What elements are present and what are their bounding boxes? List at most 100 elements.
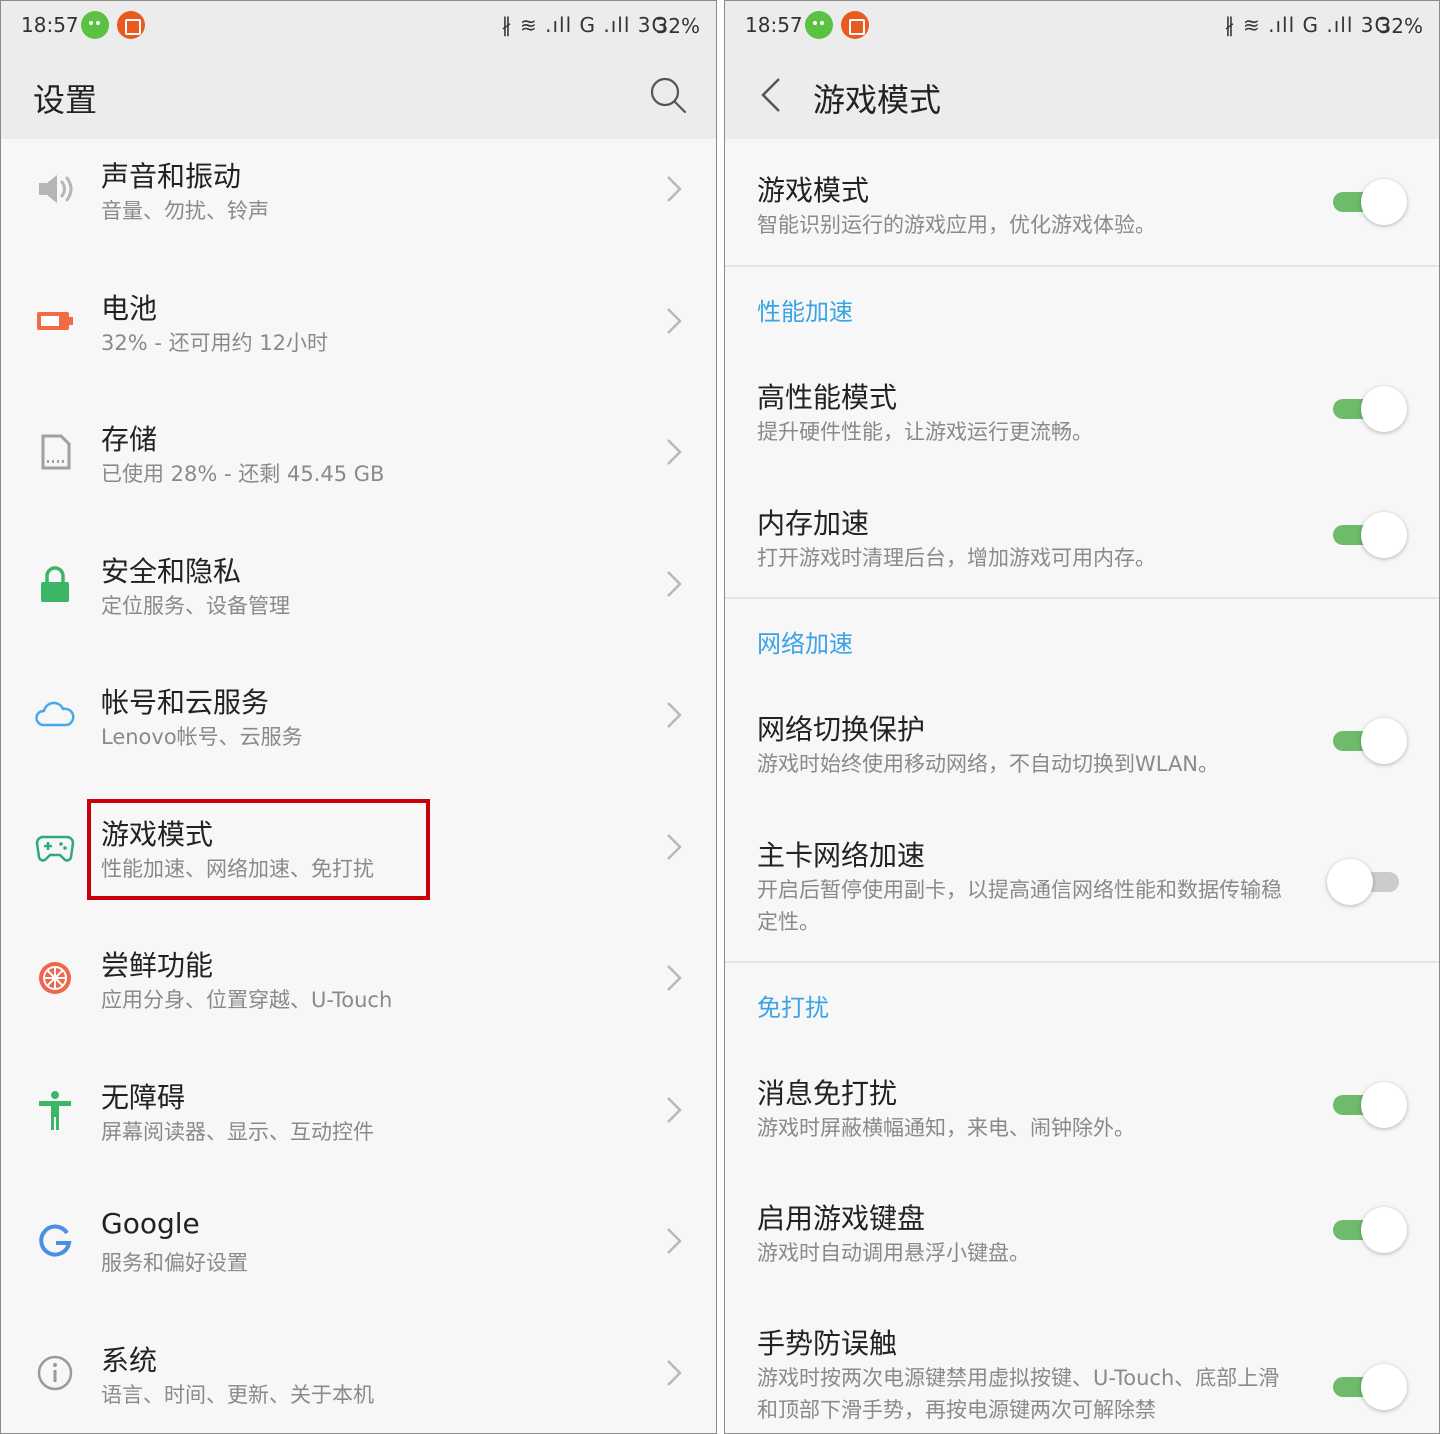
setting-title: 网络切换保护 — [757, 713, 926, 746]
setting-row-memory-boost[interactable]: 内存加速 打开游戏时清理后台，增加游戏可用内存。 — [725, 502, 1439, 582]
settings-screen: 18:57 ∦ ≋ .ıll G .ıll 3G 32% 设置 声音和振动 音量… — [0, 0, 717, 1434]
google-icon — [39, 1224, 72, 1257]
settings-item-security[interactable]: 安全和隐私 定位服务、设备管理 — [1, 534, 716, 666]
settings-item-title: 存储 — [101, 423, 158, 456]
settings-item-account-cloud[interactable]: 帐号和云服务 Lenovo帐号、云服务 — [1, 665, 716, 797]
settings-item-title: 尝鲜功能 — [101, 949, 214, 982]
speaker-icon — [39, 175, 73, 203]
setting-title: 高性能模式 — [757, 381, 898, 414]
settings-item-subtitle: 应用分身、位置穿越、U-Touch — [101, 988, 393, 1012]
status-time: 18:57 — [745, 13, 803, 37]
settings-item-subtitle: 服务和偏好设置 — [101, 1251, 248, 1275]
setting-row-game-mode[interactable]: 游戏模式 智能识别运行的游戏应用，优化游戏体验。 — [725, 169, 1439, 249]
status-battery: 32% — [1378, 14, 1423, 38]
chevron-right-icon — [667, 1359, 682, 1386]
settings-item-storage[interactable]: 存储 已使用 28% - 还剩 45.45 GB — [1, 402, 716, 534]
status-bar: 18:57 ∦ ≋ .ıll G .ıll 3G 32% — [1, 1, 716, 51]
setting-row-game-keyboard[interactable]: 启用游戏键盘 游戏时自动调用悬浮小键盘。 — [725, 1197, 1439, 1277]
network-switch-protection-toggle[interactable] — [1327, 718, 1407, 764]
chevron-right-icon — [667, 1228, 682, 1254]
settings-item-accessibility[interactable]: 无障碍 屏幕阅读器、显示、互动控件 — [1, 1060, 716, 1192]
setting-description: 游戏时按两次电源键禁用虚拟按键、U-Touch、底部上滑和顶部下滑手势，再按电源… — [757, 1366, 1280, 1422]
setting-title: 主卡网络加速 — [757, 839, 926, 872]
settings-app-bar: 设置 — [1, 51, 716, 139]
game-mode-toggle[interactable] — [1327, 179, 1407, 225]
search-icon[interactable] — [648, 75, 688, 115]
section-header-do-not-disturb: 免打扰 — [757, 994, 829, 1022]
setting-title: 启用游戏键盘 — [757, 1202, 926, 1235]
setting-description: 开启后暂停使用副卡，以提高通信网络性能和数据传输稳定性。 — [757, 878, 1282, 934]
gamepad-icon — [35, 835, 75, 862]
setting-description: 打开游戏时清理后台，增加游戏可用内存。 — [757, 546, 1156, 570]
wechat-notification-icon — [805, 11, 833, 39]
message-dnd-toggle[interactable] — [1327, 1082, 1407, 1128]
accessibility-icon — [39, 1090, 71, 1130]
status-battery: 32% — [655, 14, 700, 38]
sd-card-icon — [41, 434, 71, 470]
setting-title: 内存加速 — [757, 507, 870, 540]
game-mode-app-bar: 游戏模式 — [725, 51, 1439, 139]
setting-title: 游戏模式 — [757, 174, 870, 207]
chevron-right-icon — [667, 176, 682, 202]
chevron-right-icon — [667, 570, 682, 597]
settings-item-title: 声音和振动 — [101, 160, 242, 193]
app-notification-icon — [841, 11, 869, 39]
setting-row-gesture-mistouch[interactable]: 手势防误触 游戏时按两次电源键禁用虚拟按键、U-Touch、底部上滑和顶部下滑手… — [725, 1322, 1439, 1433]
setting-row-message-dnd[interactable]: 消息免打扰 游戏时屏蔽横幅通知，来电、闹钟除外。 — [725, 1072, 1439, 1152]
setting-description: 游戏时自动调用悬浮小键盘。 — [757, 1241, 1030, 1265]
game-mode-screen: 18:57 ∦ ≋ .ıll G .ıll 3G 32% 游戏模式 游戏模式 智… — [724, 0, 1440, 1434]
settings-item-subtitle: 语言、时间、更新、关于本机 — [101, 1382, 374, 1407]
setting-description: 智能识别运行的游戏应用，优化游戏体验。 — [757, 213, 1156, 237]
settings-item-subtitle: 定位服务、设备管理 — [101, 593, 290, 618]
primary-card-network-boost-toggle[interactable] — [1327, 859, 1407, 905]
memory-boost-toggle[interactable] — [1327, 512, 1407, 558]
page-title: 设置 — [33, 81, 98, 119]
settings-item-title: Google — [101, 1207, 200, 1240]
settings-item-subtitle: Lenovo帐号、云服务 — [101, 725, 303, 749]
settings-item-title: 无障碍 — [101, 1080, 186, 1114]
chevron-right-icon — [667, 307, 682, 334]
setting-row-network-switch-protection[interactable]: 网络切换保护 游戏时始终使用移动网络，不自动切换到WLAN。 — [725, 708, 1439, 788]
section-divider — [725, 961, 1439, 963]
setting-description: 游戏时屏蔽横幅通知，来电、闹钟除外。 — [757, 1116, 1135, 1140]
chevron-right-icon — [667, 1096, 682, 1123]
settings-list: 声音和振动 音量、勿扰、铃声 电池 32% - 还可用约 12小时 存储 已使用… — [1, 139, 716, 1434]
battery-icon — [37, 311, 73, 330]
orange-slice-icon — [39, 962, 71, 994]
wechat-notification-icon — [81, 11, 109, 39]
game-keyboard-toggle[interactable] — [1327, 1207, 1407, 1253]
cloud-icon — [35, 701, 75, 727]
settings-item-title: 安全和隐私 — [101, 554, 242, 588]
settings-item-title: 系统 — [101, 1343, 158, 1377]
info-icon — [37, 1355, 73, 1390]
section-divider — [725, 265, 1439, 267]
section-divider — [725, 597, 1439, 599]
settings-item-subtitle: 已使用 28% - 还剩 45.45 GB — [101, 462, 385, 486]
chevron-right-icon — [667, 833, 682, 860]
settings-item-subtitle: 32% - 还可用约 12小时 — [101, 330, 329, 355]
settings-item-system[interactable]: 系统 语言、时间、更新、关于本机 — [1, 1323, 716, 1434]
settings-item-sound[interactable]: 声音和振动 音量、勿扰、铃声 — [1, 139, 716, 271]
high-performance-toggle[interactable] — [1327, 386, 1407, 432]
settings-item-google[interactable]: Google 服务和偏好设置 — [1, 1191, 716, 1323]
setting-title: 手势防误触 — [757, 1327, 898, 1360]
status-bar: 18:57 ∦ ≋ .ıll G .ıll 3G 32% — [725, 1, 1439, 51]
back-arrow-icon[interactable] — [757, 75, 785, 115]
setting-description: 提升硬件性能，让游戏运行更流畅。 — [757, 420, 1093, 444]
page-title: 游戏模式 — [813, 81, 942, 119]
gesture-mistouch-toggle[interactable] — [1327, 1364, 1407, 1410]
setting-row-high-performance[interactable]: 高性能模式 提升硬件性能，让游戏运行更流畅。 — [725, 376, 1439, 456]
signal-icons: ∦ ≋ .ıll G .ıll 3G — [1224, 13, 1391, 37]
highlight-annotation-box — [87, 799, 430, 900]
status-time: 18:57 — [21, 13, 79, 37]
settings-item-labs[interactable]: 尝鲜功能 应用分身、位置穿越、U-Touch — [1, 928, 716, 1060]
chevron-right-icon — [667, 702, 682, 728]
settings-item-subtitle: 屏幕阅读器、显示、互动控件 — [101, 1119, 374, 1144]
section-header-performance: 性能加速 — [757, 298, 853, 326]
lock-icon — [41, 565, 69, 602]
settings-item-battery[interactable]: 电池 32% - 还可用约 12小时 — [1, 271, 716, 403]
setting-title: 消息免打扰 — [757, 1077, 898, 1110]
section-header-network: 网络加速 — [757, 630, 853, 658]
setting-description: 游戏时始终使用移动网络，不自动切换到WLAN。 — [757, 752, 1220, 776]
setting-row-primary-card-network-boost[interactable]: 主卡网络加速 开启后暂停使用副卡，以提高通信网络性能和数据传输稳定性。 — [725, 834, 1439, 944]
